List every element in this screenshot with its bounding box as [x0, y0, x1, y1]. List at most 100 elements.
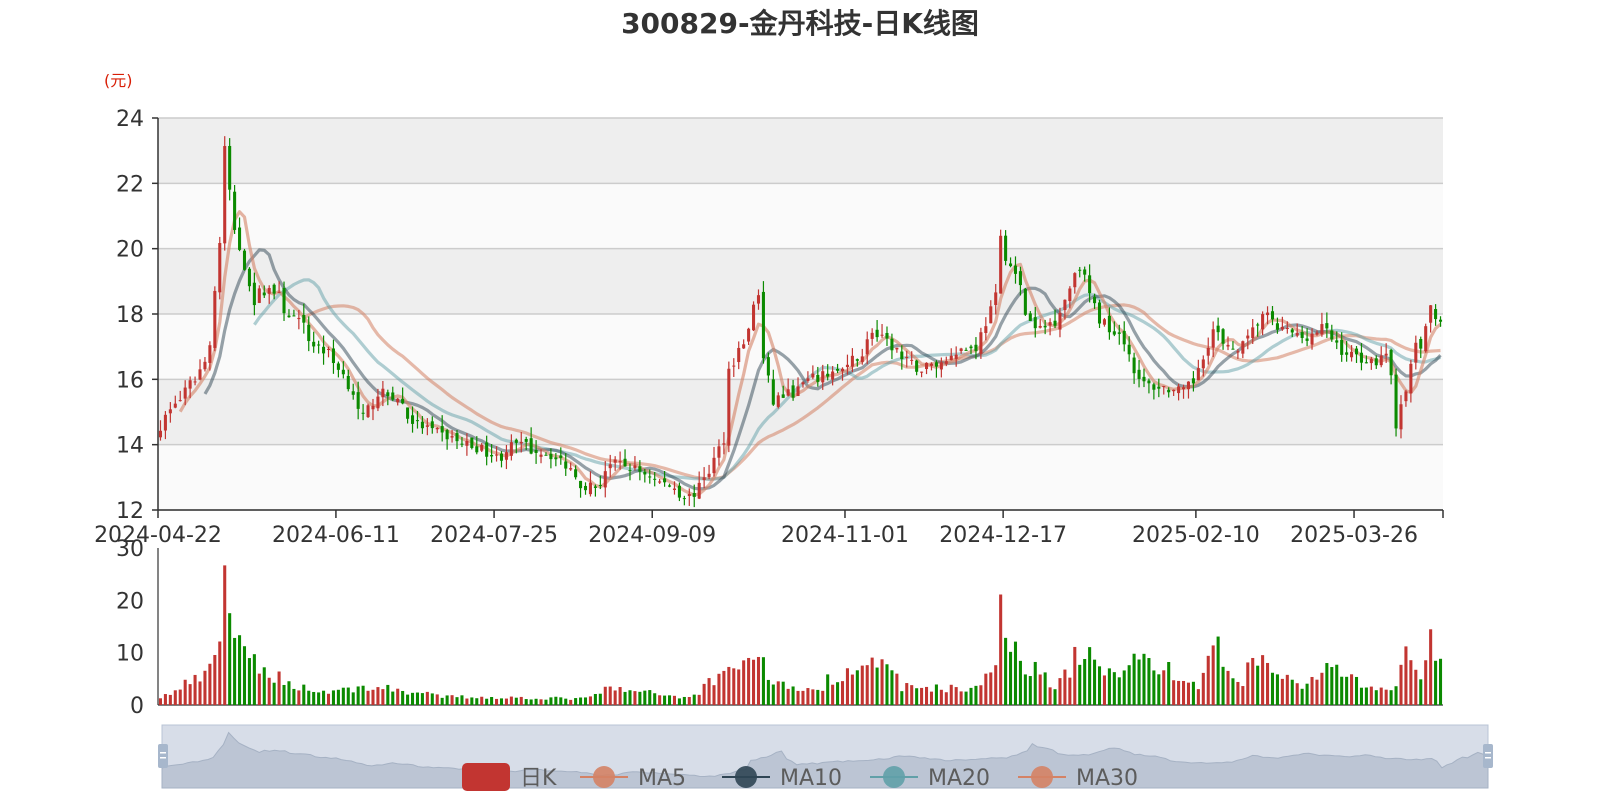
volume-bar [1117, 677, 1121, 705]
volume-bar [534, 698, 538, 705]
volume-bar [900, 691, 904, 705]
volume-bar [262, 667, 266, 705]
candle [1394, 368, 1398, 437]
volume-bar [1083, 659, 1087, 705]
volume-bar [761, 657, 765, 705]
volume-bar [282, 684, 286, 705]
volume-bar [208, 663, 212, 705]
volume-bar [1295, 683, 1299, 705]
volume-bar [1162, 670, 1166, 705]
volume-bar [623, 691, 627, 705]
volume-bar [964, 691, 968, 705]
volume-bar [425, 691, 429, 705]
volume-bar [1093, 659, 1097, 705]
volume-bar [1325, 663, 1329, 705]
volume-bar [944, 692, 948, 705]
volume-bar [994, 665, 998, 705]
volume-bar [247, 658, 251, 705]
volume-bar [307, 690, 311, 705]
volume-bar [277, 671, 281, 705]
volume-bar [292, 688, 296, 705]
legend-dot-icon [593, 766, 615, 788]
volume-bar [1424, 660, 1428, 705]
zoom-handle-right[interactable] [1483, 744, 1493, 768]
volume-bar [1053, 689, 1057, 705]
volume-bar [1078, 664, 1082, 705]
volume-bar [1246, 662, 1250, 705]
volume-bar [1364, 687, 1368, 705]
volume-bar [1394, 686, 1398, 705]
volume-bar [658, 695, 662, 705]
volume-bar [1399, 664, 1403, 705]
volume-bar [331, 690, 335, 705]
volume-bar [1350, 674, 1354, 705]
volume-bar [742, 660, 746, 705]
candle [752, 301, 756, 332]
volume-bar [1251, 657, 1255, 705]
candle [218, 236, 222, 300]
volume-bar [524, 699, 528, 705]
volume-bar [203, 670, 207, 705]
volume-bar [1290, 679, 1294, 705]
volume-bar [1285, 674, 1289, 705]
volume-bar [1152, 670, 1156, 705]
legend-dot-icon [735, 766, 757, 788]
candle [1424, 323, 1428, 353]
price-grid [158, 117, 1443, 511]
volume-bar [1206, 655, 1210, 705]
volume-bar [598, 693, 602, 705]
candle [727, 361, 731, 453]
volume-bar [648, 690, 652, 705]
volume-bar [727, 666, 731, 705]
zoom-handle-left[interactable] [158, 744, 168, 768]
volume-bar [564, 698, 568, 705]
volume-bar [257, 673, 261, 705]
volume-bar [475, 698, 479, 705]
volume-bar [786, 688, 790, 705]
price-unit-label: (元) [104, 71, 133, 90]
volume-bar [341, 687, 345, 705]
volume-bar [1221, 666, 1225, 705]
volume-bar [1434, 660, 1438, 705]
volume-bar [569, 699, 573, 705]
volume-bar [366, 690, 370, 705]
legend-label: MA20 [928, 766, 990, 791]
volume-bar [1097, 666, 1102, 705]
volume-bar [1270, 672, 1275, 705]
volume-bar [173, 690, 177, 705]
volume-bar [885, 664, 889, 705]
legend-item[interactable]: 日K [462, 763, 557, 791]
volume-bar [737, 669, 741, 705]
volume-bar [1330, 667, 1334, 705]
legend-dot-icon [883, 766, 905, 788]
volume-bar [712, 685, 716, 705]
date-tick-label: 2024-11-01 [781, 523, 909, 548]
volume-bar [356, 686, 360, 705]
volume-bar [687, 696, 691, 705]
volume-bar [1038, 674, 1042, 705]
volume-bar [766, 679, 770, 705]
volume-bar [168, 694, 172, 705]
volume-bar [514, 697, 518, 705]
volume-bar [302, 684, 306, 705]
volume-bar [317, 692, 321, 705]
price-tick-label: 24 [116, 107, 144, 132]
volume-bar [682, 696, 686, 705]
volume-bar [1369, 686, 1373, 705]
volume-bar [1132, 653, 1136, 705]
volume-bar [1177, 680, 1181, 705]
volume-bar [1023, 674, 1027, 705]
volume-bar [840, 681, 845, 705]
volume-bar [326, 693, 331, 705]
volume-bar [880, 659, 884, 705]
date-axis: 2024-04-22 2024-06-11 2024-07-25 2024-09-09… [94, 509, 1444, 548]
volume-bar [663, 695, 667, 705]
volume-bar [1018, 660, 1022, 705]
volume-bar [920, 687, 924, 705]
volume-bar [895, 673, 899, 705]
volume-bar [1315, 679, 1319, 705]
candle [233, 185, 237, 234]
volume-bar [519, 696, 523, 705]
volume-bar [638, 691, 642, 705]
volume-bar [183, 679, 187, 705]
